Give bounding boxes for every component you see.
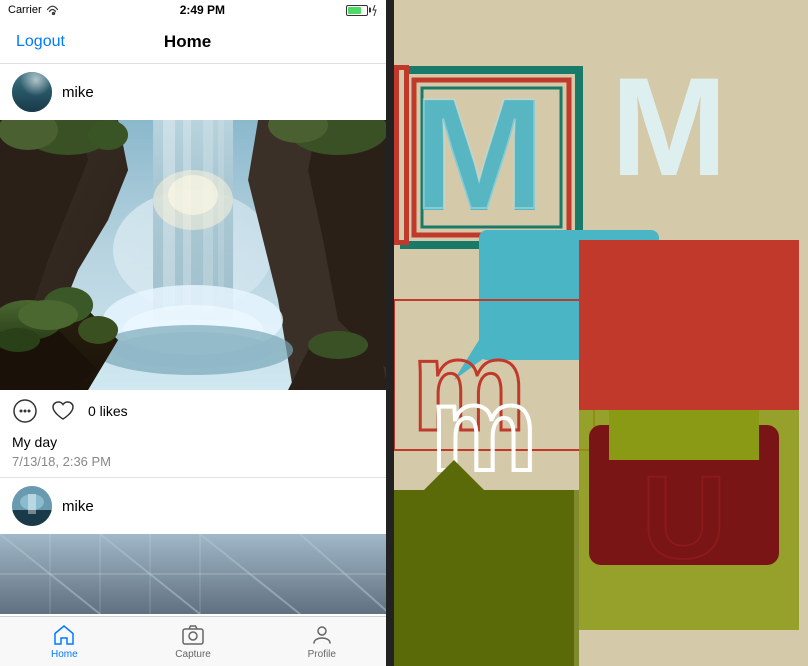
waterfall-svg — [0, 120, 386, 390]
post-user-row-1: mike — [0, 64, 386, 120]
post-date: 7/13/18, 2:36 PM — [0, 452, 386, 477]
post-image-1 — [0, 120, 386, 390]
tab-profile-label: Profile — [308, 649, 336, 660]
phone-panel: Carrier 2:49 PM Logout Home — [0, 0, 386, 666]
avatar-image-1 — [12, 72, 52, 112]
feed-content: mike — [0, 64, 386, 616]
carrier-label: Carrier — [8, 4, 42, 16]
deco-svg: M M m m M m U U — [394, 0, 808, 666]
status-time: 2:49 PM — [180, 3, 225, 17]
tab-capture[interactable]: Capture — [129, 619, 258, 664]
nav-bar: Logout Home — [0, 20, 386, 64]
capture-icon — [181, 623, 205, 647]
post-user-row-2: mike — [0, 478, 386, 534]
home-icon — [52, 623, 76, 647]
charging-icon — [371, 5, 378, 16]
tab-home-label: Home — [51, 649, 78, 660]
status-left: Carrier — [8, 4, 59, 16]
panel-divider — [386, 0, 394, 666]
avatar-2 — [12, 486, 52, 526]
wifi-icon — [46, 5, 59, 15]
comment-icon — [12, 398, 38, 424]
tab-profile[interactable]: Profile — [257, 619, 386, 664]
page-title: Home — [164, 32, 211, 52]
heart-icon — [50, 398, 76, 424]
battery-icon — [346, 5, 368, 16]
tab-home[interactable]: Home — [0, 619, 129, 664]
post2-svg — [0, 534, 386, 614]
username-1: mike — [62, 84, 94, 101]
tab-bar: Home Capture Profile — [0, 616, 386, 666]
status-right — [346, 5, 378, 16]
likes-count: 0 likes — [88, 403, 128, 419]
avatar-1 — [12, 72, 52, 112]
svg-text:M: M — [611, 48, 728, 205]
status-bar: Carrier 2:49 PM — [0, 0, 386, 20]
logout-button[interactable]: Logout — [16, 33, 65, 51]
profile-icon — [310, 623, 334, 647]
battery-fill — [348, 7, 361, 14]
avatar-image-2 — [12, 486, 52, 526]
avatar-svg-2 — [12, 486, 52, 526]
post-caption: My day — [0, 432, 386, 452]
svg-text:M: M — [413, 66, 545, 242]
post-actions-1: 0 likes — [0, 390, 386, 432]
deco-panel: M M m m M m U U — [394, 0, 808, 666]
username-2: mike — [62, 498, 94, 515]
post-image-2 — [0, 534, 386, 614]
svg-text:U: U — [642, 452, 727, 584]
comment-button[interactable] — [12, 398, 38, 424]
tab-capture-label: Capture — [175, 649, 211, 660]
like-button[interactable] — [50, 398, 76, 424]
avatar-svg-1 — [12, 72, 52, 112]
